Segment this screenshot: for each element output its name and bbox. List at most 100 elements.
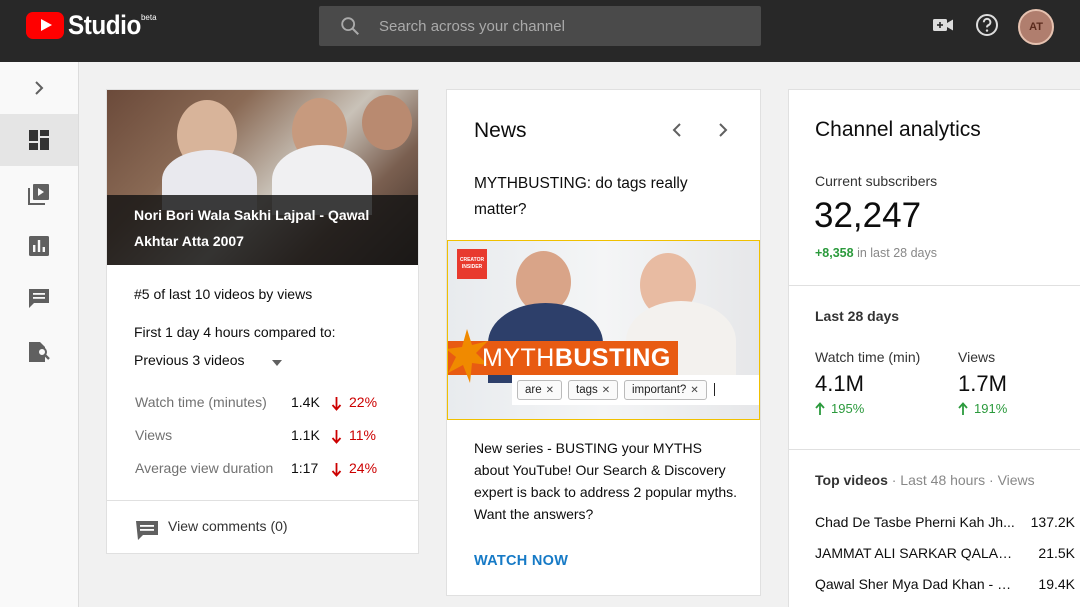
tag-chip-label: tags (576, 384, 598, 396)
chevron-right-icon[interactable] (714, 121, 730, 139)
video-library-icon (28, 184, 49, 205)
metric-label: Views (135, 427, 173, 443)
youtube-logo-icon (26, 12, 64, 39)
top-videos-meta: · Last 48 hours · Views (887, 472, 1035, 488)
stat-change-value: 191% (974, 401, 1008, 416)
top-video-title[interactable]: JAMMAT ALI SARKAR QALAN... (815, 545, 1015, 561)
sidebar-item-copyright[interactable] (0, 326, 78, 378)
top-video-row[interactable]: Qawal Sher Mya Dad Khan - M... 19.4K (815, 576, 1075, 596)
arrow-down-icon (331, 430, 342, 444)
sidebar-item-analytics[interactable] (0, 220, 78, 272)
tag-chip-label: important? (632, 384, 687, 396)
arrow-up-icon (815, 401, 825, 415)
video-title[interactable]: Nori Bori Wala Sakhi Lajpal - Qawal Akht… (134, 202, 404, 254)
metric-row: Average view duration 1:17 24% (135, 460, 395, 480)
news-title: News (474, 119, 527, 142)
chevron-down-icon[interactable] (272, 360, 282, 366)
creator-insider-logo: CREATOR INSIDER (457, 249, 487, 279)
stat-label: Watch time (min) (815, 349, 921, 365)
metric-change: 24% (349, 460, 378, 476)
top-video-row[interactable]: Chad De Tasbe Pherni Kah Jh... 137.2K (815, 514, 1075, 534)
news-description: New series - BUSTING your MYTHS about Yo… (474, 440, 738, 522)
metric-label: Watch time (minutes) (135, 394, 267, 410)
stat-value: 4.1M (815, 371, 864, 396)
avatar-initials: AT (1029, 21, 1043, 33)
analytics-title: Channel analytics (815, 118, 981, 141)
metric-change: 22% (349, 394, 378, 410)
logo-text: Studio (68, 10, 141, 40)
news-card: News MYTHBUSTING: do tags really matter?… (446, 89, 761, 596)
stat-change: 195% (815, 401, 920, 416)
stat-label: Views (958, 349, 996, 365)
news-image[interactable]: CREATOR INSIDER MYTHBUSTING are ✕ tags ✕ i… (447, 240, 760, 420)
subscribers-label: Current subscribers (815, 173, 938, 189)
top-videos-label: Top videos (815, 472, 888, 488)
stat-change-value: 195% (831, 401, 865, 416)
video-thumbnail[interactable]: Nori Bori Wala Sakhi Lajpal - Qawal Akht… (107, 90, 418, 265)
copyright-search-icon (29, 342, 50, 362)
metric-value: 1:17 (291, 460, 319, 476)
search-input[interactable] (379, 6, 749, 46)
help-icon[interactable] (974, 12, 1000, 38)
top-video-title[interactable]: Chad De Tasbe Pherni Kah Jh... (815, 514, 1015, 530)
top-videos-header: Top videos · Last 48 hours · Views (815, 472, 1035, 488)
news-headline[interactable]: MYTHBUSTING: do tags really matter? (474, 171, 734, 223)
period-label: Last 28 days (815, 308, 900, 324)
metric-change: 11% (349, 427, 376, 443)
create-video-icon[interactable] (930, 12, 956, 38)
text-cursor (714, 383, 715, 396)
top-video-title[interactable]: Qawal Sher Mya Dad Khan - M... (815, 576, 1015, 592)
stat-change: 191% (958, 401, 1007, 416)
compare-dropdown[interactable]: Previous 3 videos (134, 352, 245, 368)
divider (789, 285, 1080, 286)
compared-label: First 1 day 4 hours compared to: (134, 324, 336, 340)
tag-chip: important? ✕ (624, 380, 707, 400)
stat-views: Views 1.7M 191% (958, 349, 1007, 416)
banner-prefix: MYTH (482, 344, 555, 372)
divider (107, 500, 418, 501)
divider (789, 449, 1080, 450)
top-video-views: 19.4K (1038, 576, 1075, 592)
tag-chip: are ✕ (517, 380, 563, 400)
analytics-icon (29, 236, 49, 256)
search-bar[interactable] (319, 6, 761, 46)
thumbnail-figure (362, 95, 412, 150)
search-icon[interactable] (339, 15, 361, 37)
sidebar-item-videos[interactable] (0, 168, 78, 220)
sidebar (0, 62, 79, 607)
view-comments-link[interactable]: View comments (0) (168, 518, 288, 534)
top-video-views: 21.5K (1038, 545, 1075, 561)
top-video-row[interactable]: JAMMAT ALI SARKAR QALAN... 21.5K (815, 545, 1075, 565)
subscribers-count: 32,247 (814, 196, 922, 235)
video-rank: #5 of last 10 videos by views (134, 286, 313, 302)
studio-logo[interactable]: Studio beta (26, 12, 157, 39)
sidebar-expand-button[interactable] (0, 62, 78, 114)
close-icon: ✕ (690, 385, 699, 396)
watch-now-button[interactable]: WATCH NOW (474, 553, 568, 569)
metric-row: Watch time (minutes) 1.4K 22% (135, 394, 395, 414)
beta-label: beta (140, 13, 157, 22)
banner-text: MYTHBUSTING (482, 344, 671, 373)
subscribers-delta-suffix: in last 28 days (857, 246, 937, 260)
chevron-left-icon[interactable] (670, 121, 686, 139)
tags-input-mock: are ✕ tags ✕ important? ✕ (512, 375, 759, 405)
arrow-down-icon (331, 397, 342, 411)
stat-watch-time: Watch time (min) 4.1M 195% (815, 349, 920, 416)
metric-row: Views 1.1K 11% (135, 427, 395, 447)
comment-icon (136, 521, 158, 540)
latest-video-card: Nori Bori Wala Sakhi Lajpal - Qawal Akht… (106, 89, 419, 554)
arrow-down-icon (331, 463, 342, 477)
sidebar-item-comments[interactable] (0, 272, 78, 324)
channel-analytics-card: Channel analytics Current subscribers 32… (788, 89, 1080, 607)
account-avatar[interactable]: AT (1018, 9, 1054, 45)
chevron-right-icon (35, 81, 44, 95)
tag-chip: tags ✕ (568, 380, 619, 400)
dashboard-icon (29, 130, 49, 150)
stat-value: 1.7M (958, 371, 1007, 396)
sidebar-item-dashboard[interactable] (0, 114, 78, 166)
tag-chip-label: are (525, 384, 542, 396)
close-icon: ✕ (545, 385, 555, 396)
top-video-views: 137.2K (1030, 514, 1075, 530)
metric-value: 1.1K (291, 427, 320, 443)
close-icon: ✕ (601, 385, 611, 396)
